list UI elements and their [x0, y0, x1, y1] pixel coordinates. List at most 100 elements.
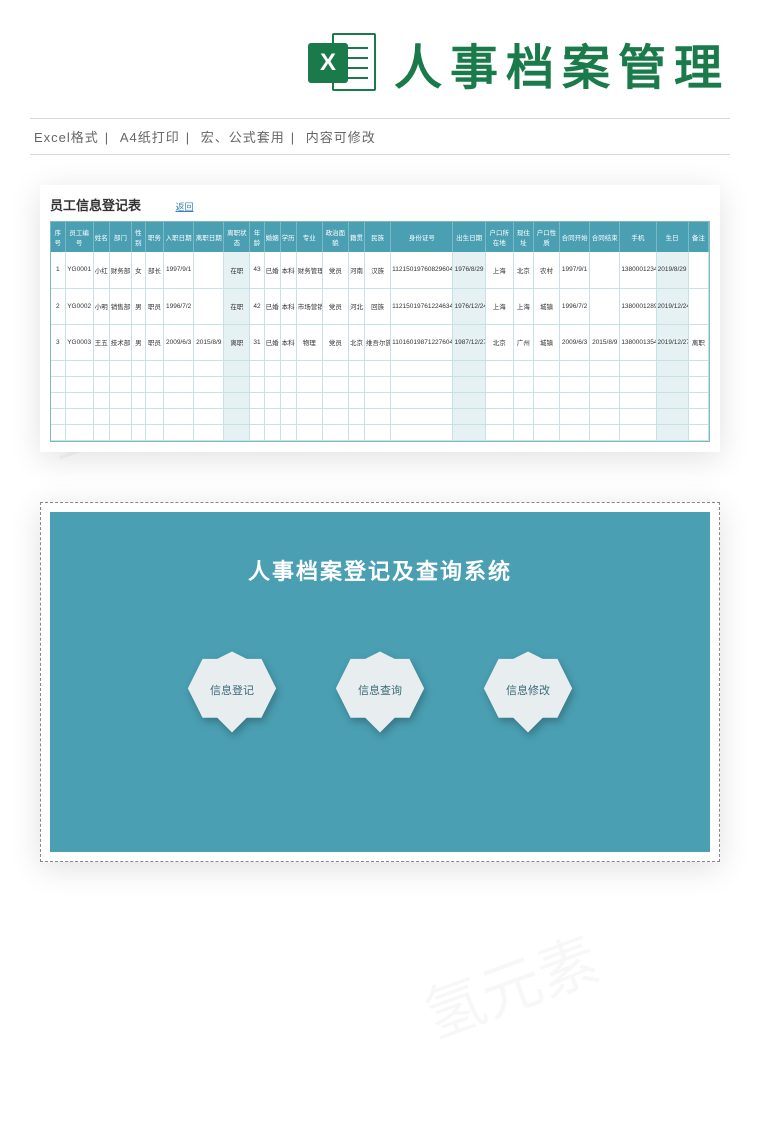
table-cell: YG0002 — [65, 288, 93, 324]
column-header: 合同结束 — [590, 222, 620, 252]
column-header: 员工编号 — [65, 222, 93, 252]
page-header: X 人事档案管理 — [0, 0, 760, 108]
button-label: 信息修改 — [505, 685, 551, 699]
feature-item: 宏、公式套用 — [201, 130, 285, 145]
feature-item: A4纸打印 — [120, 130, 180, 145]
table-cell: 上海 — [485, 288, 513, 324]
table-cell: 1997/9/1 — [560, 252, 590, 288]
dashboard-title: 人事档案登记及查询系统 — [248, 554, 512, 586]
table-cell: 财务管理 — [296, 252, 322, 288]
button-label: 信息查询 — [357, 685, 403, 699]
column-header: 入职日期 — [164, 222, 194, 252]
table-cell: 小红 — [93, 252, 109, 288]
table-cell: 离职 — [224, 324, 250, 360]
column-header: 民族 — [365, 222, 391, 252]
register-button[interactable]: 信息登记 — [186, 646, 278, 738]
table-cell: 上海 — [513, 288, 533, 324]
column-header: 姓名 — [93, 222, 109, 252]
table-cell: 1996/7/2 — [164, 288, 194, 324]
modify-button[interactable]: 信息修改 — [482, 646, 574, 738]
column-header: 性别 — [131, 222, 145, 252]
table-cell: 2019/12/24 — [656, 288, 688, 324]
table-cell: 已婚 — [264, 324, 280, 360]
column-header: 政治面貌 — [322, 222, 348, 252]
table-cell: 42 — [250, 288, 264, 324]
table-cell: 部长 — [145, 252, 163, 288]
column-header: 生日 — [656, 222, 688, 252]
column-header: 户口所在地 — [485, 222, 513, 252]
table-cell: 河北 — [348, 288, 364, 324]
table-cell: 离职 — [688, 324, 708, 360]
back-link[interactable]: 返回 — [175, 202, 193, 212]
table-cell: 已婚 — [264, 288, 280, 324]
table-cell: 男 — [131, 324, 145, 360]
column-header: 学历 — [280, 222, 296, 252]
table-cell: 北京 — [485, 324, 513, 360]
table-cell: 技术部 — [109, 324, 131, 360]
table-cell: 北京 — [513, 252, 533, 288]
table-cell: YG0001 — [65, 252, 93, 288]
dashboard-card: 人事档案登记及查询系统 信息登记 信息查询 信息修改 — [40, 502, 720, 862]
table-cell: 2009/6/3 — [164, 324, 194, 360]
column-header: 年龄 — [250, 222, 264, 252]
table-cell: 1380001234 — [620, 252, 656, 288]
table-row — [51, 392, 709, 408]
table-row[interactable]: 2YG0002小明销售部男职员1996/7/2在职42已婚本科市场营销党员河北回… — [51, 288, 709, 324]
table-row[interactable]: 3YG0003王五技术部男职员2009/6/32015/8/9离职31已婚本科物… — [51, 324, 709, 360]
button-label: 信息登记 — [209, 685, 255, 699]
column-header: 籍贯 — [348, 222, 364, 252]
dashboard-panel: 人事档案登记及查询系统 信息登记 信息查询 信息修改 — [50, 512, 710, 852]
table-cell: 本科 — [280, 252, 296, 288]
table-cell: 2 — [51, 288, 65, 324]
table-cell: 男 — [131, 288, 145, 324]
table-cell: 1380001289 — [620, 288, 656, 324]
table-cell: 河南 — [348, 252, 364, 288]
table-cell: 110160198712276046 — [391, 324, 453, 360]
table-cell — [688, 288, 708, 324]
column-header: 离职状态 — [224, 222, 250, 252]
table-cell: 销售部 — [109, 288, 131, 324]
column-header: 合同开始 — [560, 222, 590, 252]
table-cell — [590, 252, 620, 288]
table-row[interactable]: 1YG0001小红财务部女部长1997/9/1在职43已婚本科财务管理党员河南汉… — [51, 252, 709, 288]
table-cell: 31 — [250, 324, 264, 360]
table-cell: 43 — [250, 252, 264, 288]
table-cell: 1996/7/2 — [560, 288, 590, 324]
table-cell: 2019/8/29 — [656, 252, 688, 288]
table-row — [51, 376, 709, 392]
table-cell: 物理 — [296, 324, 322, 360]
table-row — [51, 424, 709, 440]
data-table: 序号员工编号姓名部门性别职务入职日期离职日期离职状态年龄婚姻学历专业政治面貌籍贯… — [50, 221, 710, 442]
column-header: 现住址 — [513, 222, 533, 252]
table-cell: 2019/12/27 — [656, 324, 688, 360]
table-cell: 1380001354 — [620, 324, 656, 360]
table-cell — [194, 252, 224, 288]
column-header: 身份证号 — [391, 222, 453, 252]
feature-item: Excel格式 — [34, 130, 99, 145]
column-header: 婚姻 — [264, 222, 280, 252]
table-cell: 市场营销 — [296, 288, 322, 324]
table-cell: 农村 — [533, 252, 559, 288]
spreadsheet-card: 员工信息登记表 返回 序号员工编号姓名部门性别职务入职日期离职日期离职状态年龄婚… — [40, 185, 720, 452]
table-cell: 城镇 — [533, 324, 559, 360]
excel-icon: X — [308, 29, 376, 97]
table-cell: 回族 — [365, 288, 391, 324]
column-header: 出生日期 — [453, 222, 485, 252]
table-cell: 女 — [131, 252, 145, 288]
feature-item: 内容可修改 — [306, 130, 376, 145]
table-cell: YG0003 — [65, 324, 93, 360]
table-row — [51, 408, 709, 424]
column-header: 部门 — [109, 222, 131, 252]
table-cell: 1987/12/27 — [453, 324, 485, 360]
query-button[interactable]: 信息查询 — [334, 646, 426, 738]
column-header: 手机 — [620, 222, 656, 252]
table-cell: 上海 — [485, 252, 513, 288]
column-header: 专业 — [296, 222, 322, 252]
watermark: 氢元素 — [411, 912, 610, 1055]
table-cell: 汉族 — [365, 252, 391, 288]
table-cell — [688, 252, 708, 288]
column-header: 序号 — [51, 222, 65, 252]
table-cell — [590, 288, 620, 324]
table-cell: 小明 — [93, 288, 109, 324]
table-cell: 2009/6/3 — [560, 324, 590, 360]
